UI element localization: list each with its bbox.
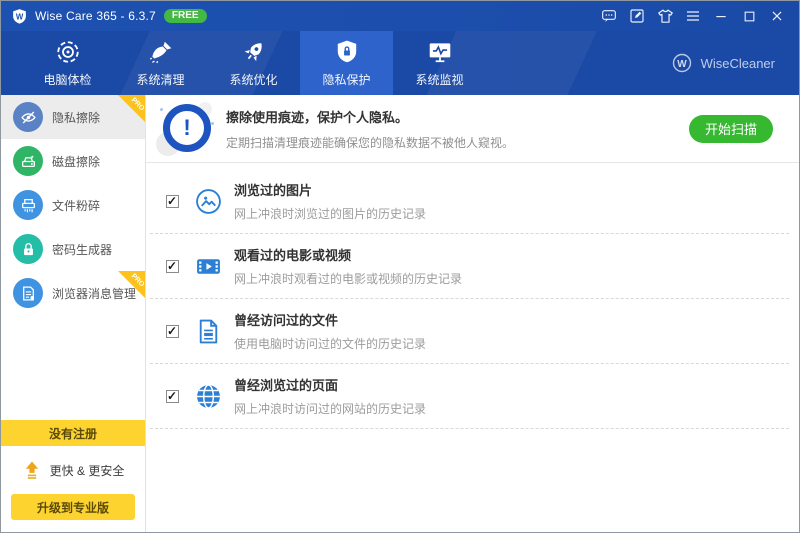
item-desc: 使用电脑时访问过的文件的历史记录 bbox=[234, 335, 426, 352]
sidebar-item-browser-message-manager[interactable]: 浏览器消息管理 PRO bbox=[1, 271, 145, 315]
item-checkbox[interactable] bbox=[166, 195, 179, 208]
rocket-icon bbox=[241, 39, 267, 65]
item-title: 曾经访问过的文件 bbox=[234, 310, 426, 329]
svg-text:W: W bbox=[677, 59, 687, 70]
free-badge: FREE bbox=[164, 9, 207, 23]
minimize-icon[interactable] bbox=[707, 1, 735, 31]
svg-text:W: W bbox=[16, 12, 24, 21]
wisecleaner-logo-icon: W bbox=[670, 51, 694, 75]
menu-icon[interactable] bbox=[679, 1, 707, 31]
item-desc: 网上冲浪时观看过的电影或视频的历史记录 bbox=[234, 270, 462, 287]
window-title: Wise Care 365 - 6.3.7 bbox=[35, 9, 156, 23]
sidebar-item-file-shredder[interactable]: 文件粉碎 bbox=[1, 183, 145, 227]
item-title: 观看过的电影或视频 bbox=[234, 245, 462, 264]
alert-circle-icon: ! bbox=[156, 100, 216, 158]
app-window: W Wise Care 365 - 6.3.7 FREE bbox=[0, 0, 800, 533]
document-icon bbox=[195, 318, 222, 345]
broom-icon bbox=[148, 39, 174, 65]
upgrade-to-pro-button[interactable]: 升级到专业版 bbox=[11, 494, 135, 520]
file-shredder-icon bbox=[13, 190, 43, 220]
item-title: 浏览过的图片 bbox=[234, 180, 426, 199]
app-logo-icon: W bbox=[11, 8, 28, 25]
shield-lock-icon bbox=[334, 39, 360, 65]
edit-icon[interactable] bbox=[623, 1, 651, 31]
globe-icon bbox=[195, 383, 222, 410]
images-icon bbox=[195, 188, 222, 215]
close-icon[interactable] bbox=[763, 1, 791, 31]
tab-label: 系统优化 bbox=[229, 71, 277, 88]
tab-system-cleaner[interactable]: 系统清理 bbox=[114, 31, 207, 95]
titlebar: W Wise Care 365 - 6.3.7 FREE bbox=[1, 1, 799, 31]
monitor-pulse-icon bbox=[427, 39, 453, 65]
tab-label: 系统清理 bbox=[136, 71, 184, 88]
tab-system-tuneup[interactable]: 系统优化 bbox=[207, 31, 300, 95]
item-title: 曾经浏览过的页面 bbox=[234, 375, 426, 394]
eye-off-icon bbox=[13, 102, 43, 132]
list-item-visited-pages: 曾经浏览过的页面 网上冲浪时访问过的网站的历史记录 bbox=[150, 364, 789, 429]
sidebar-item-label: 隐私擦除 bbox=[52, 109, 100, 126]
list-item-watched-videos: 观看过的电影或视频 网上冲浪时观看过的电影或视频的历史记录 bbox=[150, 234, 789, 299]
start-scan-button[interactable]: 开始扫描 bbox=[689, 115, 773, 143]
privacy-eraser-panel: ! 擦除使用痕迹，保护个人隐私。 定期扫描清理痕迹能确保您的隐私数据不被他人窥视… bbox=[146, 95, 799, 532]
item-desc: 网上冲浪时访问过的网站的历史记录 bbox=[234, 400, 426, 417]
feedback-icon[interactable] bbox=[595, 1, 623, 31]
disk-eraser-icon bbox=[13, 146, 43, 176]
sidebar-item-password-generator[interactable]: 密码生成器 bbox=[1, 227, 145, 271]
sidebar-footer: 没有注册 更快 & 更安全 升级到专业版 bbox=[1, 420, 145, 532]
list-item-accessed-files: 曾经访问过的文件 使用电脑时访问过的文件的历史记录 bbox=[150, 299, 789, 364]
pro-badge: PRO bbox=[118, 95, 145, 122]
list-item-browsed-images: 浏览过的图片 网上冲浪时浏览过的图片的历史记录 bbox=[150, 169, 789, 234]
theme-icon[interactable] bbox=[651, 1, 679, 31]
browser-message-icon bbox=[13, 278, 43, 308]
pc-checkup-icon bbox=[55, 39, 81, 65]
brand-label: WiseCleaner bbox=[701, 56, 775, 71]
panel-title: 擦除使用痕迹，保护个人隐私。 bbox=[226, 107, 514, 126]
scan-category-list: 浏览过的图片 网上冲浪时浏览过的图片的历史记录 观看过的电影或视频 网上冲浪时观… bbox=[146, 163, 799, 429]
tab-privacy-protector[interactable]: 隐私保护 bbox=[300, 31, 393, 95]
sidebar-item-label: 磁盘擦除 bbox=[52, 153, 100, 170]
main-nav: 电脑体检 系统清理 系统优化 bbox=[1, 31, 799, 95]
register-status[interactable]: 没有注册 bbox=[1, 420, 145, 446]
sidebar-item-label: 文件粉碎 bbox=[52, 197, 100, 214]
item-checkbox[interactable] bbox=[166, 390, 179, 403]
padlock-icon bbox=[13, 234, 43, 264]
wisecleaner-brand[interactable]: W WiseCleaner bbox=[670, 31, 775, 95]
sidebar-item-privacy-eraser[interactable]: 隐私擦除 PRO bbox=[1, 95, 145, 139]
tab-label: 系统监视 bbox=[415, 71, 463, 88]
tab-system-monitor[interactable]: 系统监视 bbox=[393, 31, 486, 95]
sidebar: 隐私擦除 PRO 磁盘擦除 文件粉碎 密码生成器 bbox=[1, 95, 146, 532]
item-checkbox[interactable] bbox=[166, 260, 179, 273]
sidebar-item-disk-eraser[interactable]: 磁盘擦除 bbox=[1, 139, 145, 183]
slogan-label: 更快 & 更安全 bbox=[50, 462, 125, 479]
pro-badge: PRO bbox=[118, 271, 145, 298]
panel-header: ! 擦除使用痕迹，保护个人隐私。 定期扫描清理痕迹能确保您的隐私数据不被他人窥视… bbox=[146, 95, 799, 163]
upgrade-arrow-icon bbox=[22, 460, 42, 480]
upgrade-slogan-row: 更快 & 更安全 bbox=[1, 448, 145, 492]
tab-label: 电脑体检 bbox=[43, 71, 91, 88]
tab-pc-checkup[interactable]: 电脑体检 bbox=[21, 31, 114, 95]
video-icon bbox=[195, 253, 222, 280]
item-desc: 网上冲浪时浏览过的图片的历史记录 bbox=[234, 205, 426, 222]
tab-label: 隐私保护 bbox=[322, 71, 370, 88]
maximize-icon[interactable] bbox=[735, 1, 763, 31]
sidebar-item-label: 密码生成器 bbox=[52, 241, 112, 258]
panel-subtitle: 定期扫描清理痕迹能确保您的隐私数据不被他人窥视。 bbox=[226, 134, 514, 151]
item-checkbox[interactable] bbox=[166, 325, 179, 338]
